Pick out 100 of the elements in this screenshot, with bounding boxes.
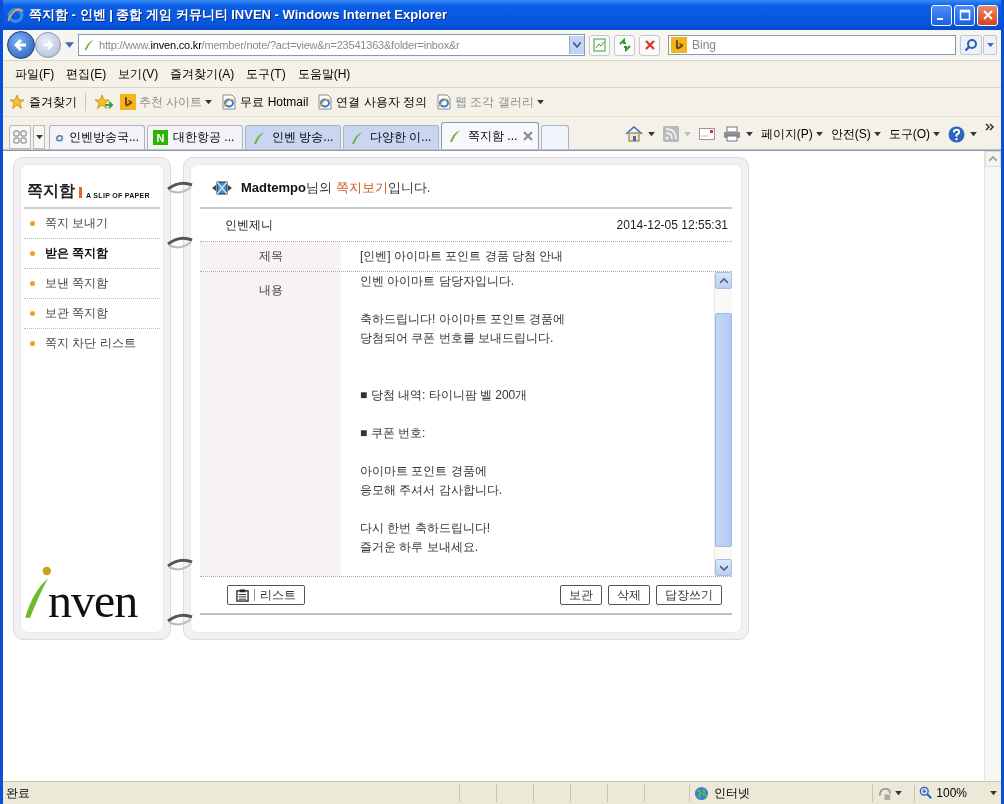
maximize-button[interactable] (954, 4, 975, 26)
scrollbar-thumb[interactable] (715, 313, 732, 547)
lock-icon (877, 785, 893, 801)
add-favorite-icon[interactable] (94, 94, 114, 110)
message-paragraph: ■ 당첨 내역: 타이니팜 벨 200개 (360, 387, 529, 404)
page-icon (436, 94, 453, 110)
binder-ring (165, 179, 195, 195)
subject-text: [인벤] 아이마트 포인트 경품 당첨 안내 (359, 248, 564, 265)
favorites-button[interactable]: 즐겨찾기 (9, 93, 77, 111)
site-icon: N (153, 130, 168, 145)
help-icon (948, 125, 965, 143)
search-button[interactable] (960, 35, 982, 55)
sidebar-item[interactable]: 쪽지 보내기 (45, 215, 109, 232)
browser-tab[interactable]: 인벤 방송... (245, 125, 341, 149)
search-icon (964, 38, 978, 52)
binder-ring (165, 556, 195, 572)
search-options-button[interactable] (983, 35, 997, 55)
list-button[interactable]: 리스트 (227, 585, 305, 605)
clipboard-icon (236, 588, 249, 602)
chevron-icon[interactable] (985, 123, 995, 131)
scrollbar[interactable] (714, 272, 732, 576)
command-menu[interactable]: 페이지(P) (760, 125, 823, 143)
message-paragraph: 다시 한번 축하드립니다! 즐거운 하루 보내세요. (360, 520, 491, 556)
refresh-button[interactable] (614, 34, 635, 56)
leaf-icon (349, 129, 365, 146)
bullet-icon (30, 311, 35, 316)
leaf-icon (251, 129, 267, 146)
field-label-cell: 내용 (200, 272, 341, 576)
binder-ring (165, 234, 195, 250)
action-button[interactable]: 답장쓰기 (656, 585, 722, 605)
star-icon (9, 94, 25, 110)
sidebar-item[interactable]: 받은 쪽지함 (45, 245, 109, 262)
help-button[interactable] (948, 125, 977, 143)
caret-icon (683, 131, 691, 137)
back-button[interactable] (7, 31, 35, 59)
caret-icon (815, 131, 823, 137)
browser-tab[interactable]: N 대한항공 ... (147, 125, 243, 149)
window-title: 쪽지함 - 인벤 | 종합 게임 커뮤니티 INVEN - Windows Internet Explorer (29, 6, 449, 24)
grid-icon (13, 130, 27, 144)
menu-item[interactable]: 파일(F) (9, 65, 61, 83)
binder-ring (165, 611, 195, 627)
page-icon (221, 94, 238, 110)
message-paragraph: 아이마트 포인트 경품에 응모해 주셔서 감사합니다. (360, 463, 503, 499)
stop-button[interactable] (639, 34, 660, 56)
page-icon (592, 38, 607, 52)
caret-icon (970, 131, 977, 137)
printer-icon (722, 126, 741, 142)
globe-icon (694, 785, 710, 801)
leaf-icon (447, 128, 463, 144)
compatibility-button[interactable] (589, 34, 610, 56)
caret-icon[interactable] (65, 41, 74, 49)
bullet-icon (30, 341, 35, 346)
browser-tab[interactable]: 쪽지함 ... (441, 122, 539, 149)
tab-list-button[interactable] (33, 125, 45, 149)
menu-item[interactable]: 보기(V) (112, 65, 165, 83)
home-button[interactable] (624, 126, 655, 142)
divider-mark (79, 187, 82, 198)
leaf-icon (82, 38, 96, 52)
address-field[interactable]: http://www.inven.co.kr/member/note/?act=view&n=23541363&folder=inbox&r (78, 34, 585, 56)
zoom-button[interactable]: 100% (914, 784, 1001, 802)
sidebar-item[interactable]: 보낸 쪽지함 (45, 275, 109, 292)
command-menu[interactable]: 도구(O) (888, 125, 940, 143)
menu-item[interactable]: 편집(E) (60, 65, 113, 83)
sent-date: 2014-12-05 12:55:31 (616, 218, 728, 232)
logo-icon (120, 94, 136, 110)
sidebar-item[interactable]: 보관 쪽지함 (45, 305, 109, 322)
feed-icon (662, 126, 679, 142)
action-button[interactable]: 삭제 (608, 585, 650, 605)
menu-item[interactable]: 도움말(H) (291, 65, 357, 83)
caret-icon (895, 790, 903, 796)
caret-icon (933, 131, 940, 137)
browser-tab[interactable]: 다양한 이... (343, 125, 439, 149)
command-menu[interactable]: 안전(S) (830, 125, 881, 143)
print-button[interactable] (722, 126, 753, 142)
favorites-link[interactable]: 연결 사용자 정의 (317, 93, 428, 111)
logo-text: nven (48, 578, 138, 622)
zoom-icon (919, 786, 934, 800)
favorites-link[interactable]: 무료 Hotmail (221, 93, 309, 111)
caret-icon (536, 99, 544, 105)
sidebar-item[interactable]: 쪽지 차단 리스트 (45, 335, 136, 352)
browser-icon (7, 6, 24, 24)
sender-name: 인벤제니 (225, 216, 273, 234)
browser-tab[interactable]: 인벤방송국... (49, 125, 145, 149)
caret-icon (35, 134, 43, 140)
close-icon (981, 9, 994, 21)
caret-icon (745, 131, 753, 137)
page-icon (317, 94, 334, 110)
bullet-icon (30, 221, 35, 226)
message-paragraph: 인벤 아이마트 담당자입니다. (360, 273, 515, 290)
close-button[interactable] (977, 4, 998, 26)
dropdown-button[interactable] (569, 36, 584, 54)
maximize-icon (958, 9, 971, 21)
mail-button[interactable] (698, 128, 715, 140)
menu-item[interactable]: 즐겨찾기(A) (164, 65, 241, 83)
minimize-button[interactable] (931, 4, 952, 26)
menu-item[interactable]: 도구(T) (240, 65, 292, 83)
action-button[interactable]: 보관 (560, 585, 602, 605)
close-icon[interactable] (523, 131, 533, 141)
search-field[interactable]: Bing (668, 35, 956, 55)
logo-icon (671, 37, 687, 53)
